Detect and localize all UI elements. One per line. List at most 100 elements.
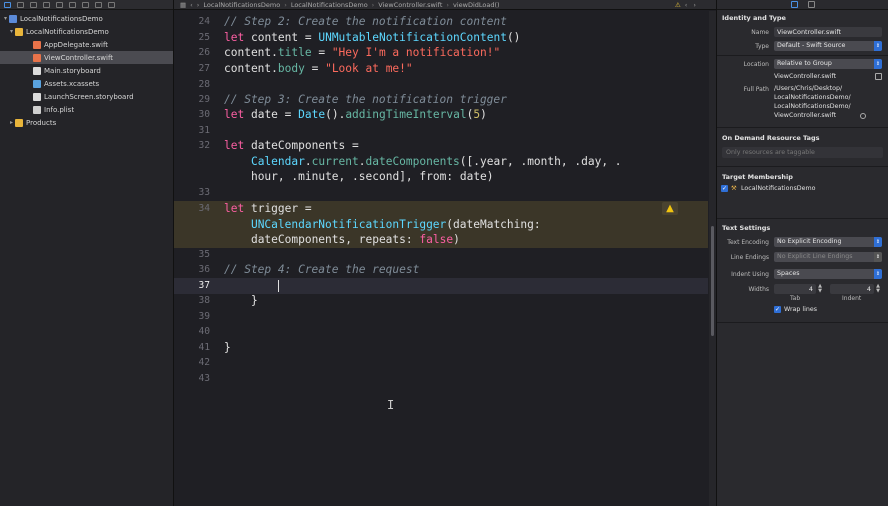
folder-icon[interactable]: [875, 73, 882, 80]
tree-item[interactable]: Main.storyboard: [0, 64, 173, 77]
tree-item[interactable]: Assets.xcassets: [0, 77, 173, 90]
inspector-toolbar: [717, 0, 888, 10]
tree-item[interactable]: ▾ LocalNotificationsDemo: [0, 25, 173, 38]
target-checkbox[interactable]: ✓: [721, 185, 728, 192]
test-icon[interactable]: [69, 1, 76, 8]
tree-item[interactable]: ▾ LocalNotificationsDemo: [0, 12, 173, 25]
plist-file-icon: [33, 105, 41, 114]
endings-popup[interactable]: No Explicit Line Endings ⇕: [774, 252, 882, 262]
source-editor[interactable]: ▦ ‹ › LocalNotificationsDemo › LocalNoti…: [174, 0, 716, 506]
reveal-arrow-icon[interactable]: [860, 113, 866, 119]
indent-popup[interactable]: Spaces ⇕: [774, 269, 882, 279]
code-line[interactable]: 28: [174, 77, 708, 93]
code-line[interactable]: dateComponents, repeats: false): [174, 232, 708, 248]
tab-stepper-icon[interactable]: ▲ ▼: [817, 284, 823, 294]
code-line[interactable]: 42: [174, 355, 708, 371]
report-icon[interactable]: [108, 1, 115, 8]
scroll-thumb[interactable]: [711, 226, 714, 336]
source-control-icon[interactable]: [17, 1, 24, 8]
code-line[interactable]: 40: [174, 324, 708, 340]
encoding-popup[interactable]: No Explicit Encoding ⇕: [774, 237, 882, 247]
code-text: dateComponents, repeats: false): [250, 233, 460, 246]
tree-item[interactable]: ViewController.swift: [0, 51, 173, 64]
help-icon[interactable]: [807, 1, 815, 8]
line-number: 26: [198, 47, 210, 58]
file-inspector-icon[interactable]: [790, 1, 798, 8]
symbol-icon[interactable]: [30, 1, 37, 8]
disclosure-open-icon[interactable]: ▾: [8, 28, 15, 35]
code-line[interactable]: 34 let trigger =: [174, 201, 708, 217]
code-line[interactable]: 31: [174, 123, 708, 139]
forward-icon[interactable]: ›: [197, 1, 200, 9]
code-line[interactable]: 36 // Step 4: Create the request: [174, 262, 708, 278]
code-text: UNCalendarNotificationTrigger(dateMatchi…: [250, 218, 541, 231]
wrap-lines-checkbox[interactable]: ✓: [774, 306, 781, 313]
tree-item[interactable]: LaunchScreen.storyboard: [0, 90, 173, 103]
warning-icon[interactable]: [56, 1, 63, 8]
tab-width-field[interactable]: 4: [774, 284, 816, 294]
debug-icon[interactable]: [82, 1, 89, 8]
divider: [717, 55, 888, 56]
target-section-title: Target Membership: [722, 173, 793, 181]
odr-tags-field[interactable]: Only resources are taggable: [722, 147, 883, 158]
folder-file-icon: [15, 118, 23, 127]
code-line[interactable]: Calendar.current.dateComponents([.year, …: [174, 154, 708, 170]
back-icon[interactable]: ‹: [190, 1, 193, 9]
code-line[interactable]: 41}: [174, 340, 708, 356]
storyboard-file-icon: [33, 92, 41, 101]
issue-back-icon[interactable]: ‹: [685, 1, 690, 9]
tree-item[interactable]: ▸ Products: [0, 116, 173, 129]
code-line[interactable]: 37: [174, 278, 708, 294]
type-label: Type: [755, 43, 769, 50]
tree-item[interactable]: AppDelegate.swift: [0, 38, 173, 51]
editor-scrollbar[interactable]: [709, 11, 716, 506]
disclosure-open-icon[interactable]: ▾: [2, 15, 9, 22]
code-line[interactable]: 26 content.title = "Hey I'm a notificatio…: [174, 45, 708, 61]
breadcrumb-project[interactable]: LocalNotificationsDemo: [203, 1, 280, 9]
code-line[interactable]: 24 // Step 2: Create the notification con…: [174, 14, 708, 30]
breakpoint-icon[interactable]: [95, 1, 102, 8]
breadcrumb-group[interactable]: LocalNotificationsDemo: [291, 1, 368, 9]
code-line[interactable]: 29 // Step 3: Create the notification tri…: [174, 92, 708, 108]
code-text: content.body = "Look at me!": [224, 62, 413, 75]
tab-sublabel: Tab: [790, 295, 801, 302]
breadcrumb-method[interactable]: viewDidLoad(): [453, 1, 500, 9]
code-line[interactable]: 30 let date = Date().addingTimeInterval(5…: [174, 107, 708, 123]
code-text: let trigger =: [224, 202, 312, 215]
code-text: let dateComponents =: [224, 139, 359, 152]
folder-icon[interactable]: [4, 1, 11, 8]
issue-forward-icon[interactable]: ›: [693, 1, 716, 9]
line-number: 25: [198, 32, 210, 43]
code-line[interactable]: 38 }: [174, 293, 708, 309]
location-popup[interactable]: Relative to Group ⇕: [774, 59, 882, 69]
line-number: 40: [198, 326, 210, 337]
tree-item-label: AppDelegate.swift: [44, 40, 109, 49]
code-line[interactable]: hour, .minute, .second], from: date): [174, 169, 708, 185]
code-line[interactable]: 35: [174, 247, 708, 263]
identity-section-title: Identity and Type: [722, 14, 786, 22]
location-file: ViewController.swift: [774, 73, 837, 80]
search-icon[interactable]: [43, 1, 50, 8]
grid-icon[interactable]: ▦: [180, 1, 186, 9]
name-field[interactable]: ViewController.swift: [774, 27, 882, 37]
code-line[interactable]: 39: [174, 309, 708, 325]
breadcrumb-file[interactable]: ViewController.swift: [378, 1, 442, 9]
disclosure-closed-icon[interactable]: ▸: [8, 119, 15, 126]
code-line[interactable]: 33: [174, 185, 708, 201]
code-line[interactable]: 43: [174, 371, 708, 387]
swift-file-icon: [33, 53, 41, 62]
tree-item[interactable]: Info.plist: [0, 103, 173, 116]
code-line[interactable]: 25 let content = UNMutableNotificationCon…: [174, 30, 708, 46]
code-line[interactable]: UNCalendarNotificationTrigger(dateMatchi…: [174, 217, 708, 233]
warning-badge-icon[interactable]: ▲: [662, 202, 678, 215]
indent-stepper-icon[interactable]: ▲ ▼: [875, 284, 881, 294]
encoding-value: No Explicit Encoding: [777, 238, 842, 245]
type-popup[interactable]: Default - Swift Source ⇕: [774, 41, 882, 51]
widths-label: Widths: [748, 286, 769, 293]
code-line[interactable]: 27 content.body = "Look at me!": [174, 61, 708, 77]
code-line[interactable]: 32 let dateComponents =: [174, 138, 708, 154]
line-number: 27: [198, 63, 210, 74]
target-name: LocalNotificationsDemo: [741, 185, 816, 192]
indent-width-field[interactable]: 4: [830, 284, 874, 294]
warning-icon[interactable]: ⚠: [675, 1, 681, 9]
